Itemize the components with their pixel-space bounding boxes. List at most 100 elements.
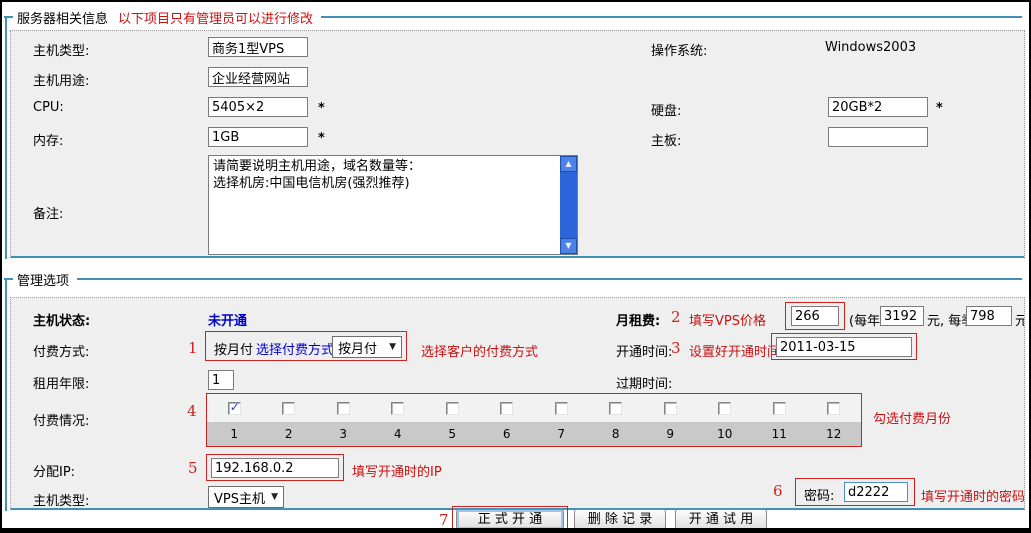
disk-label: 硬盘: [651,100,681,119]
open-time-hint: 设置好开通时间 [689,341,780,360]
pay-months-checkbox-row [207,394,861,422]
pay-months-hint: 勾选付费月份 [873,408,951,427]
fieldset-left-border [5,279,7,511]
month-checkbox-5[interactable] [446,402,459,415]
host-type-input[interactable] [208,37,308,57]
host-status-value: 未开通 [208,310,247,329]
month-number: 11 [772,427,787,441]
trial-button[interactable]: 开 通 试 用 [675,509,767,530]
month-checkbox-10[interactable] [718,402,731,415]
host-status-label: 主机状态: [33,310,90,329]
vps-admin-form: 服务器相关信息 以下项目只有管理员可以进行修改 主机类型: 操作系统: Wind… [0,0,1031,533]
scroll-up-icon[interactable]: ▲ [560,156,577,172]
month-checkbox-7[interactable] [555,402,568,415]
purpose-label: 主机用途: [33,70,89,89]
admin-note: 以下项目只有管理员可以进行修改 [118,8,313,27]
pay-months-label: 付费情况: [33,410,89,429]
pay-method-label: 付费方式: [33,341,89,360]
cpu-label: CPU: [33,100,64,115]
month-checkbox-1[interactable] [228,402,241,415]
step-2: 2 [671,308,681,326]
host-class-select-value: VPS主机 [214,488,265,507]
os-value: Windows2003 [825,40,916,55]
pay-method-current: 按月付 [214,339,253,358]
pay-method-select-value: 按月付 [338,338,377,357]
quarterly-fee-input[interactable] [966,306,1012,326]
memory-label: 内存: [33,130,63,149]
open-time-annotation-box [771,333,917,360]
month-number: 10 [717,427,732,441]
month-checkbox-11[interactable] [773,402,786,415]
cpu-required-mark: * [318,101,325,116]
month-checkbox-2[interactable] [282,402,295,415]
fee-suffix-text: 元 [1015,310,1025,329]
step-6: 6 [773,482,783,500]
month-number: 12 [826,427,841,441]
monthly-fee-input[interactable] [791,306,839,326]
disk-input[interactable] [828,97,928,117]
month-checkbox-8[interactable] [609,402,622,415]
disk-required-mark: * [936,101,943,116]
step-1: 1 [188,339,198,357]
remark-scrollbar[interactable]: ▲ ▼ [560,156,577,254]
yearly-fee-input[interactable] [880,306,924,326]
activate-button[interactable]: 正 式 开 通 [456,509,564,530]
month-number: 1 [230,427,238,441]
legend-rule [321,16,1022,18]
step-7: 7 [439,511,449,529]
mainboard-label: 主板: [651,130,681,149]
host-type-label: 主机类型: [33,40,89,59]
fee-yearly-prefix: (每年 [849,310,880,329]
month-checkbox-12[interactable] [827,402,840,415]
month-number: 7 [557,427,565,441]
rent-years-label: 租用年限: [33,373,89,392]
month-number: 6 [503,427,511,441]
password-annotation-box: 密码: [795,478,915,506]
rent-years-input[interactable] [208,370,234,390]
host-class-select[interactable]: VPS主机 ▼ [208,486,284,508]
pay-method-select-label: 选择付费方式: [256,339,338,358]
memory-required-mark: * [318,131,325,146]
month-number: 2 [285,427,293,441]
management-panel: 主机状态: 未开通 月租费: 2 填写VPS价格 (每年 元, 每季 元 付费方… [10,297,1025,510]
management-legend-title: 管理选项 [17,270,69,289]
pay-method-hint: 选择客户的付费方式 [421,341,538,360]
chevron-down-icon: ▼ [383,342,396,352]
month-number: 5 [448,427,456,441]
memory-input[interactable] [208,127,308,147]
server-info-legend: 服务器相关信息 以下项目只有管理员可以进行修改 [4,8,1022,26]
monthly-fee-label: 月租费: [616,310,660,329]
password-label: 密码: [804,485,834,504]
remark-label: 备注: [33,203,63,222]
server-info-panel: 主机类型: 操作系统: Windows2003 主机用途: CPU: * 硬盘:… [10,30,1025,258]
month-checkbox-3[interactable] [337,402,350,415]
password-input[interactable] [844,482,908,502]
open-time-input[interactable] [776,337,912,357]
purpose-input[interactable] [208,67,308,87]
legend-rule [77,278,1022,280]
assign-ip-label: 分配IP: [33,461,75,480]
host-class-label: 主机类型: [33,490,89,509]
pay-months-number-row: 1 2 3 4 5 6 7 8 9 10 11 12 [207,422,861,446]
remark-text: 请简要说明主机用途，域名数量等： 选择机房:中国电信机房(强烈推荐) [213,158,557,192]
step-4: 4 [187,402,197,420]
month-checkbox-6[interactable] [500,402,513,415]
month-checkbox-4[interactable] [391,402,404,415]
monthly-fee-annotation-box [785,302,845,330]
cpu-input[interactable] [208,97,308,117]
remark-textarea[interactable]: 请简要说明主机用途，域名数量等： 选择机房:中国电信机房(强烈推荐) ▲ ▼ [208,155,578,255]
month-number: 3 [339,427,347,441]
os-label: 操作系统: [651,40,707,59]
monthly-fee-hint: 填写VPS价格 [689,310,766,329]
delete-record-button[interactable]: 删 除 记 录 [574,509,666,530]
chevron-down-icon: ▼ [265,492,278,502]
mainboard-input[interactable] [828,127,928,147]
month-checkbox-9[interactable] [664,402,677,415]
step-5: 5 [188,459,198,477]
password-hint: 填写开通时的密码 [921,486,1025,505]
assign-ip-input[interactable] [211,458,339,478]
scroll-down-icon[interactable]: ▼ [560,238,577,254]
assign-ip-hint: 填写开通时的IP [352,461,442,480]
bottom-border [2,528,1029,533]
pay-method-select[interactable]: 按月付 ▼ [332,336,402,358]
